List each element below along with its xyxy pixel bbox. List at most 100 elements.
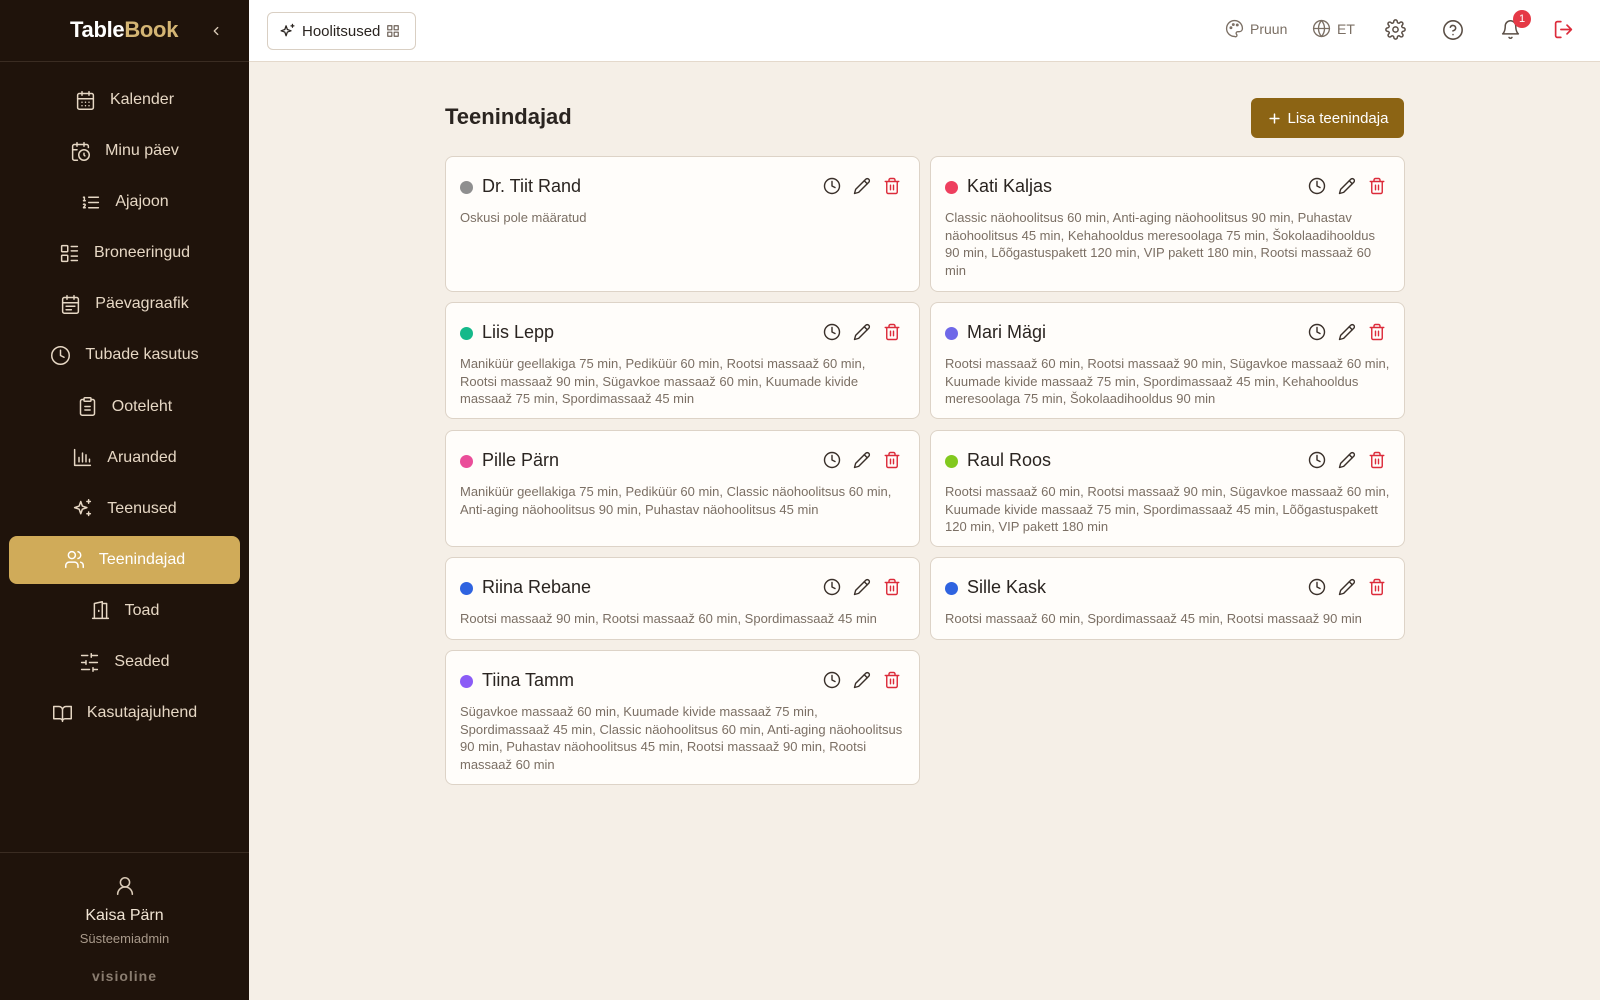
schedule-button[interactable] [1307, 322, 1326, 341]
staff-card-actions [822, 670, 901, 689]
staff-color-dot [945, 455, 958, 468]
pencil-icon [1338, 177, 1355, 194]
schedule-button[interactable] [822, 577, 841, 596]
sidebar-item-label: Minu päev [105, 142, 179, 160]
language-switcher[interactable]: ET [1312, 19, 1355, 38]
trash-icon [1369, 578, 1384, 595]
schedule-button[interactable] [822, 322, 841, 341]
edit-button[interactable] [1337, 176, 1356, 195]
trash-icon [884, 578, 899, 595]
user-name: Kaisa Pärn [85, 907, 164, 924]
sidebar-item-toad[interactable]: Toad [9, 587, 240, 635]
page-title: Teenindajad [445, 104, 572, 129]
layout-list-icon [60, 244, 79, 262]
edit-button[interactable] [852, 577, 871, 596]
pencil-icon [1338, 323, 1355, 340]
theme-label: Pruun [1250, 20, 1288, 37]
staff-card-actions [822, 450, 901, 469]
delete-button[interactable] [882, 322, 901, 341]
staff-color-dot [945, 582, 958, 595]
notifications-button[interactable]: 1 [1500, 10, 1531, 40]
sidebar-item-aruanded[interactable]: Aruanded [9, 434, 240, 482]
footer-brand: visioline [91, 968, 158, 984]
sliders-icon [81, 652, 99, 672]
staff-skills: Maniküür geellakiga 75 min, Pediküür 60 … [460, 484, 892, 517]
theme-switcher[interactable]: Pruun [1225, 19, 1287, 38]
edit-button[interactable] [1337, 450, 1356, 469]
staff-skills: Rootsi massaaž 90 min, Rootsi massaaž 60… [460, 611, 877, 626]
sparkles-icon [280, 23, 295, 36]
schedule-button[interactable] [822, 450, 841, 469]
edit-button[interactable] [852, 176, 871, 195]
delete-button[interactable] [1367, 577, 1386, 596]
user-role: Süsteemiadmin [79, 931, 170, 946]
delete-button[interactable] [1367, 322, 1386, 341]
delete-button[interactable] [882, 450, 901, 469]
sidebar-item-teenused[interactable]: Teenused [9, 485, 240, 533]
staff-name: Kati Kaljas [967, 176, 1053, 196]
delete-button[interactable] [882, 176, 901, 195]
add-staff-button[interactable]: Lisa teenindaja [1251, 98, 1404, 138]
schedule-button[interactable] [1307, 577, 1326, 596]
edit-button[interactable] [852, 670, 871, 689]
edit-button[interactable] [852, 322, 871, 341]
staff-card: Kati Kaljas Classic näohoolitsus 60 min,… [930, 156, 1405, 292]
sidebar-item-kalender[interactable]: Kalender [9, 76, 240, 124]
brand-logo[interactable]: TableBook [70, 17, 178, 43]
sidebar-item-kasutajajuhend[interactable]: Kasutajajuhend [9, 689, 240, 737]
delete-button[interactable] [1367, 176, 1386, 195]
settings-button[interactable] [1385, 19, 1406, 40]
sidebar-item-seaded[interactable]: Seaded [9, 638, 240, 686]
schedule-button[interactable] [822, 176, 841, 195]
clock-icon [1308, 177, 1325, 194]
pencil-icon [853, 323, 870, 340]
trash-icon [884, 451, 899, 468]
sidebar-item-ajajoon[interactable]: Ajajoon [9, 178, 240, 226]
delete-button[interactable] [882, 577, 901, 596]
collapse-sidebar-button[interactable] [206, 19, 226, 43]
notification-badge: 1 [1513, 10, 1531, 28]
staff-skills: Oskusi pole määratud [460, 210, 587, 225]
sidebar-item-tubade-kasutus[interactable]: Tubade kasutus [9, 331, 240, 379]
schedule-button[interactable] [1307, 176, 1326, 195]
schedule-button[interactable] [822, 670, 841, 689]
staff-name: Sille Kask [967, 577, 1047, 597]
trash-icon [884, 323, 899, 340]
workspace-switcher-button[interactable]: Hoolitsused [267, 12, 416, 50]
sparkles-icon [74, 499, 92, 517]
schedule-button[interactable] [1307, 450, 1326, 469]
edit-button[interactable] [1337, 577, 1356, 596]
logout-button[interactable] [1553, 19, 1574, 40]
staff-name: Mari Mägi [967, 322, 1047, 342]
trash-icon [884, 177, 899, 194]
staff-name: Riina Rebane [482, 577, 592, 597]
topbar: Hoolitsused Pruun ET 1 [249, 0, 1600, 62]
brand-name-part1: Table [70, 17, 125, 42]
pencil-icon [1338, 451, 1355, 468]
language-label: ET [1337, 20, 1355, 37]
sidebar-item-teenindajad[interactable]: Teenindajad [9, 535, 240, 584]
staff-skills: Rootsi massaaž 60 min, Rootsi massaaž 90… [945, 356, 1390, 407]
sidebar-item-label: Ooteleht [111, 397, 173, 415]
staff-card-actions [822, 577, 901, 596]
calendar-clock-icon [71, 141, 91, 161]
staff-name: Dr. Tiit Rand [482, 176, 582, 196]
trash-icon [1369, 451, 1384, 468]
staff-color-dot [460, 455, 473, 468]
sidebar-item-paevagraafik[interactable]: Päevagraafik [9, 280, 240, 328]
edit-button[interactable] [1337, 322, 1356, 341]
sidebar-item-broneeringud[interactable]: Broneeringud [9, 229, 240, 277]
list-ordered-icon [83, 196, 100, 209]
sidebar-item-ooteleht[interactable]: Ooteleht [9, 383, 240, 431]
sidebar-item-minu-paev[interactable]: Minu päev [9, 127, 240, 175]
staff-card: Tiina Tamm Sügavkoe massaaž 60 min, Kuum… [445, 650, 920, 785]
trash-icon [1369, 177, 1384, 194]
staff-card: Raul Roos Rootsi massaaž 60 min, Rootsi … [930, 430, 1405, 547]
delete-button[interactable] [882, 670, 901, 689]
help-button[interactable] [1442, 19, 1464, 41]
staff-color-dot [460, 675, 473, 688]
calendar-icon [76, 90, 95, 110]
delete-button[interactable] [1367, 450, 1386, 469]
edit-button[interactable] [852, 450, 871, 469]
sidebar-item-label: Kasutajajuhend [86, 704, 198, 722]
